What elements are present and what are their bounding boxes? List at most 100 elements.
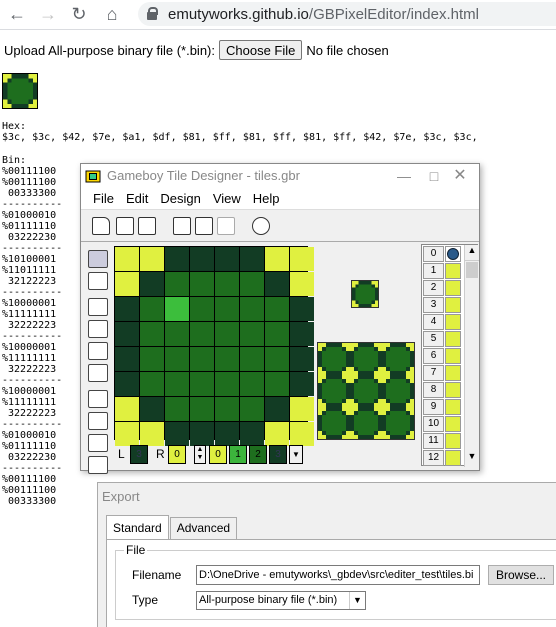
pixel-cell[interactable] (240, 297, 264, 321)
pixel-cell[interactable] (140, 422, 164, 446)
tile-list-item[interactable]: 2 (423, 280, 463, 296)
pixel-cell[interactable] (215, 272, 239, 296)
pixel-cell[interactable] (240, 422, 264, 446)
tab-advanced[interactable]: Advanced (169, 517, 238, 539)
right-color-box[interactable]: 0 (168, 445, 186, 464)
pixel-cell[interactable] (215, 372, 239, 396)
help-icon[interactable] (252, 217, 270, 235)
pixel-cell[interactable] (140, 272, 164, 296)
pixel-cell[interactable] (140, 347, 164, 371)
export-icon[interactable] (138, 217, 156, 235)
menu-edit[interactable]: Edit (120, 188, 154, 209)
pixel-cell[interactable] (115, 322, 139, 346)
tile-list-item[interactable]: 9 (423, 399, 463, 415)
pixel-cell[interactable] (190, 422, 214, 446)
maximize-icon[interactable]: □ (423, 166, 445, 186)
paste-icon[interactable] (195, 217, 213, 235)
tile-edit-grid[interactable] (114, 246, 314, 446)
pixel-cell[interactable] (165, 272, 189, 296)
tab-standard[interactable]: Standard (106, 515, 169, 539)
pixel-cell[interactable] (115, 347, 139, 371)
pixel-cell[interactable] (290, 272, 314, 296)
pixel-cell[interactable] (240, 272, 264, 296)
palette-color-3[interactable]: 3 (269, 445, 287, 464)
forward-icon[interactable]: → (37, 3, 59, 25)
minimize-icon[interactable]: — (393, 166, 415, 186)
menu-view[interactable]: View (207, 188, 247, 209)
tile-list-item[interactable]: 11 (423, 433, 463, 449)
palette-color-1[interactable]: 1 (229, 445, 247, 464)
pixel-cell[interactable] (215, 397, 239, 421)
tile-list-item[interactable]: 5 (423, 331, 463, 347)
palette-spinner[interactable]: ▲ ▼ (194, 445, 206, 464)
tile-list-item[interactable]: 10 (423, 416, 463, 432)
tile-list-item[interactable]: 1 (423, 263, 463, 279)
palette-dropdown-icon[interactable]: ▼ (289, 445, 303, 464)
tile-list-item[interactable]: 4 (423, 314, 463, 330)
tile-list-item[interactable]: 8 (423, 382, 463, 398)
paste-disabled-icon[interactable] (217, 217, 235, 235)
pixel-cell[interactable] (165, 347, 189, 371)
clear-tool-icon[interactable] (88, 456, 108, 474)
pixel-cell[interactable] (215, 422, 239, 446)
pixel-cell[interactable] (165, 322, 189, 346)
pixel-cell[interactable] (165, 422, 189, 446)
pixel-cell[interactable] (190, 297, 214, 321)
left-color-box[interactable]: 3 (130, 445, 148, 464)
pixel-cell[interactable] (115, 422, 139, 446)
pixel-cell[interactable] (290, 322, 314, 346)
save-icon[interactable] (116, 217, 134, 235)
pixel-cell[interactable] (265, 272, 289, 296)
pixel-cell[interactable] (240, 322, 264, 346)
pixel-cell[interactable] (165, 297, 189, 321)
pixel-cell[interactable] (240, 347, 264, 371)
pixel-cell[interactable] (115, 397, 139, 421)
pixel-cell[interactable] (240, 397, 264, 421)
pixel-cell[interactable] (140, 297, 164, 321)
pixel-cell[interactable] (190, 347, 214, 371)
pencil-tool-icon[interactable] (88, 250, 108, 268)
reload-icon[interactable]: ↻ (68, 3, 90, 25)
pixel-cell[interactable] (190, 397, 214, 421)
palette-color-0[interactable]: 0 (209, 445, 227, 464)
pixel-cell[interactable] (265, 397, 289, 421)
pixel-cell[interactable] (265, 347, 289, 371)
pixel-cell[interactable] (115, 272, 139, 296)
pixel-cell[interactable] (290, 372, 314, 396)
pixel-cell[interactable] (265, 422, 289, 446)
shift-up-icon[interactable] (88, 298, 108, 316)
pixel-cell[interactable] (115, 372, 139, 396)
filename-field[interactable] (196, 565, 480, 585)
pixel-cell[interactable] (140, 247, 164, 271)
pixel-cell[interactable] (290, 397, 314, 421)
scroll-down-icon[interactable]: ▼ (465, 451, 479, 467)
pixel-cell[interactable] (190, 247, 214, 271)
tile-list-item[interactable]: 6 (423, 348, 463, 364)
pixel-cell[interactable] (215, 297, 239, 321)
palette-color-2[interactable]: 2 (249, 445, 267, 464)
scroll-thumb[interactable] (466, 262, 478, 278)
menu-file[interactable]: File (87, 188, 120, 209)
browse-button[interactable]: Browse... (488, 565, 554, 585)
pixel-cell[interactable] (165, 397, 189, 421)
shift-left-icon[interactable] (88, 320, 108, 338)
pixel-cell[interactable] (290, 247, 314, 271)
pixel-cell[interactable] (215, 322, 239, 346)
menu-design[interactable]: Design (154, 188, 206, 209)
tile-list-scrollbar[interactable]: ▲ ▼ (464, 245, 479, 467)
pixel-cell[interactable] (265, 322, 289, 346)
pixel-cell[interactable] (115, 247, 139, 271)
fill-tool-icon[interactable] (88, 272, 108, 290)
pixel-cell[interactable] (215, 347, 239, 371)
shift-right-icon[interactable] (88, 342, 108, 360)
pixel-cell[interactable] (190, 272, 214, 296)
scroll-up-icon[interactable]: ▲ (465, 245, 479, 261)
tile-list-item[interactable]: 7 (423, 365, 463, 381)
pixel-cell[interactable] (265, 297, 289, 321)
address-bar[interactable]: emutyworks.github.io/GBPixelEditor/index… (138, 2, 556, 26)
rotate-icon[interactable] (88, 434, 108, 452)
pixel-cell[interactable] (140, 372, 164, 396)
pixel-cell[interactable] (215, 247, 239, 271)
tile-list-item[interactable]: 12 (423, 450, 463, 466)
pixel-cell[interactable] (265, 247, 289, 271)
